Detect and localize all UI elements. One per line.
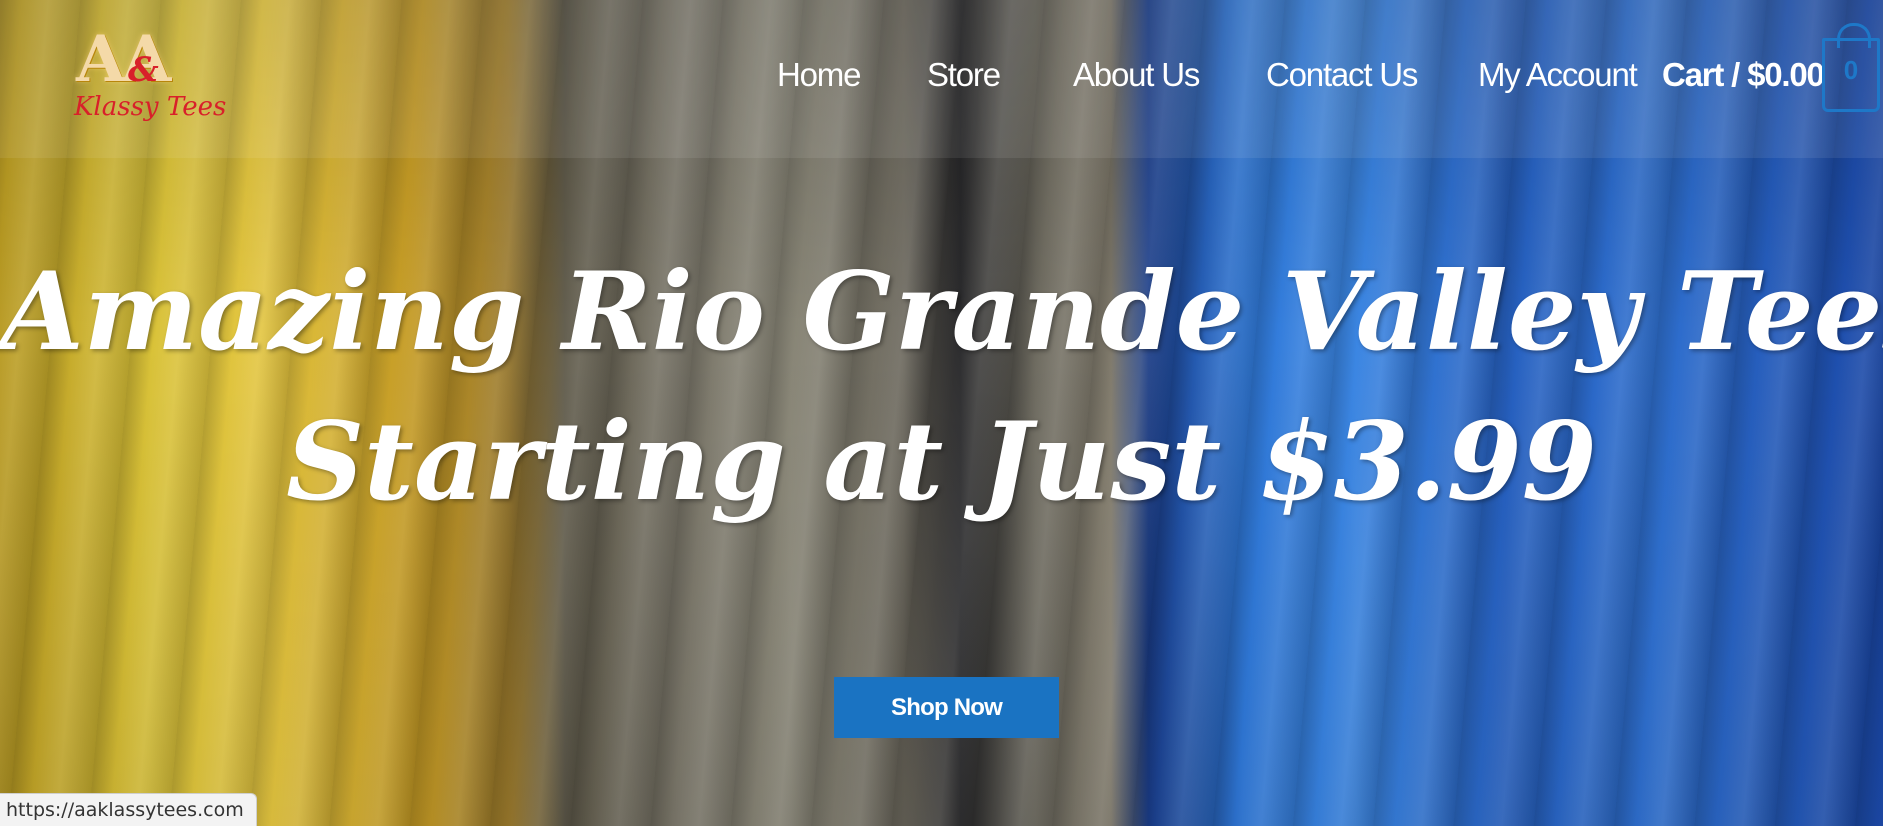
nav-item-store[interactable]: Store <box>927 52 1001 98</box>
hero-headline-line1: Amazing Rio Grande Valley Tees <box>0 249 1883 375</box>
hero-headline-line2: Starting at Just $3.99 <box>286 399 1597 525</box>
nav-item-about-us[interactable]: About Us <box>1073 52 1200 98</box>
shop-now-button[interactable]: Shop Now <box>834 677 1059 738</box>
nav-item-cart[interactable]: Cart / $0.00 <box>1662 52 1825 98</box>
shopping-bag-icon[interactable]: 0 <box>1822 23 1880 112</box>
nav-item-my-account[interactable]: My Account <box>1478 52 1638 98</box>
nav-item-contact-us[interactable]: Contact Us <box>1266 52 1418 98</box>
cart-count-badge: 0 <box>1843 55 1859 85</box>
status-bar-url: https://aaklassytees.com <box>0 793 257 826</box>
nav-item-home[interactable]: Home <box>777 52 861 98</box>
main-nav: Home Store About Us Contact Us My Accoun… <box>0 52 1883 102</box>
